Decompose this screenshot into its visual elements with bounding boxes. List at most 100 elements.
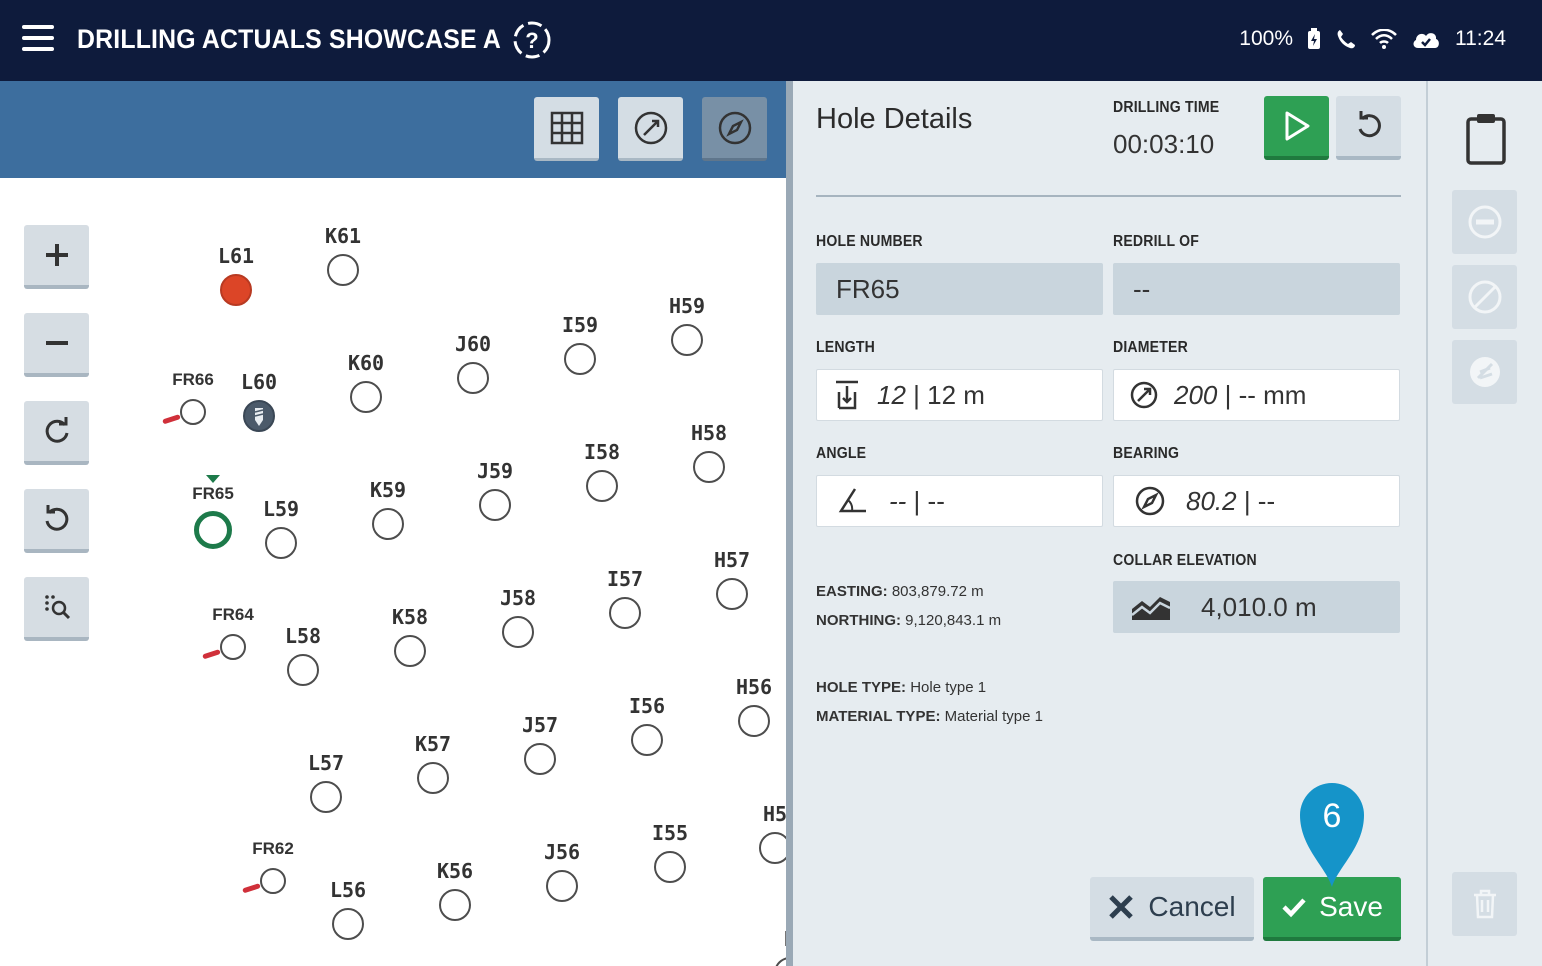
hole-label: H58 (690, 421, 728, 445)
hole-j59[interactable] (479, 489, 511, 521)
hole-h56[interactable] (738, 705, 770, 737)
hole-h55[interactable] (759, 832, 788, 864)
hole-i59[interactable] (564, 343, 596, 375)
hole-l57[interactable] (310, 781, 342, 813)
hole-k61[interactable] (327, 254, 359, 286)
hole-label: L60 (240, 370, 278, 394)
help-icon[interactable]: ? (512, 20, 552, 60)
hole-k56[interactable] (439, 889, 471, 921)
hole-j58[interactable] (502, 616, 534, 648)
rotate-counterclockwise-button[interactable] (24, 489, 89, 553)
cancel-button[interactable]: Cancel (1090, 877, 1254, 941)
hole-label: K57 (414, 732, 452, 756)
redrill-of-label: REDRILL OF (1113, 233, 1199, 250)
hole-i56[interactable] (631, 724, 663, 756)
system-status: 100% 11:24 (1239, 27, 1506, 51)
hole-l58[interactable] (287, 654, 319, 686)
block-button[interactable] (1452, 265, 1517, 329)
minus-circle-icon (1468, 205, 1501, 239)
hole-j57[interactable] (524, 743, 556, 775)
hole-label: J59 (476, 459, 514, 483)
hole-label: I57 (606, 567, 644, 591)
hole-number-field: FR65 (816, 263, 1103, 315)
panel-divider[interactable] (786, 81, 793, 966)
rotate-right-icon (45, 417, 68, 443)
abandon-button[interactable] (1452, 340, 1517, 404)
phone-icon (1335, 28, 1357, 50)
hole-type-value: Hole type 1 (910, 679, 987, 696)
northing-value: 9,120,843.1 m (905, 612, 1002, 629)
hole-k57[interactable] (417, 762, 449, 794)
hole-h57[interactable] (716, 578, 748, 610)
length-field[interactable]: 12 | 12 m (816, 369, 1103, 421)
table-view-button[interactable] (534, 97, 599, 161)
hole-label: FR66 (172, 370, 214, 389)
angle-field[interactable]: -- | -- (816, 475, 1103, 527)
hole-i57[interactable] (609, 597, 641, 629)
hole-l60[interactable] (243, 400, 275, 432)
start-timer-button[interactable] (1264, 96, 1329, 160)
cancel-label: Cancel (1148, 891, 1236, 922)
hole-label: FR64 (212, 605, 254, 624)
angle-planned: | -- (906, 485, 945, 516)
diameter-value: 200 (1174, 379, 1218, 410)
hole-label: I56 (628, 694, 666, 718)
hole-number-label: HOLE NUMBER (816, 233, 923, 250)
diameter-icon (634, 111, 667, 144)
easting-value: 803,879.72 m (891, 583, 984, 600)
hole-label: J58 (499, 586, 537, 610)
hole-label: K60 (347, 351, 385, 375)
hole-l56[interactable] (332, 908, 364, 940)
hole-label: J57 (521, 713, 559, 737)
zoom-in-button[interactable] (24, 225, 89, 289)
drill-pattern-map[interactable]: L61 K61 H59 I59 J60 K60 L60 FR66 H58 I58 J59 K59 L59… (0, 178, 788, 966)
diameter-planned: | -- mm (1217, 379, 1307, 410)
hole-j60[interactable] (457, 362, 489, 394)
diameter-view-button[interactable] (618, 97, 683, 161)
hole-l61[interactable] (220, 274, 252, 306)
bearing-field[interactable]: 80.2 | -- (1113, 475, 1400, 527)
hole-label: I55 (651, 821, 689, 845)
redrill-indicator (242, 883, 261, 894)
diameter-icon (1114, 380, 1174, 410)
hole-label: L56 (329, 878, 367, 902)
hole-h59[interactable] (671, 324, 703, 356)
drilling-time-value: 00:03:10 (1113, 129, 1215, 159)
rotate-clockwise-button[interactable] (24, 401, 89, 465)
easting-label: EASTING: (816, 583, 888, 600)
hole-label: K61 (324, 224, 362, 248)
drill-bit-icon (254, 408, 264, 426)
hole-h58[interactable] (693, 451, 725, 483)
hole-details-panel: Hole Details DRILLING TIME 00:03:10 HOLE… (793, 81, 1426, 966)
zoom-to-fit-button[interactable] (24, 577, 89, 641)
clipboard-icon[interactable] (1464, 111, 1508, 170)
hole-fr62[interactable] (260, 868, 286, 894)
hole-label: K59 (369, 478, 407, 502)
hole-label: L59 (262, 497, 300, 521)
minus-icon (45, 341, 68, 345)
diameter-field[interactable]: 200 | -- mm (1113, 369, 1400, 421)
hole-k58[interactable] (394, 635, 426, 667)
hole-label: H57 (713, 548, 751, 572)
hole-label: I59 (561, 313, 599, 337)
hole-j56[interactable] (546, 870, 578, 902)
hole-fr65[interactable] (194, 511, 232, 549)
hamburger-menu-icon[interactable] (22, 25, 54, 53)
bearing-view-button[interactable] (702, 97, 767, 161)
hole-label: H56 (735, 675, 773, 699)
hole-fr66[interactable] (180, 399, 206, 425)
hole-fr64[interactable] (220, 634, 246, 660)
zoom-out-button[interactable] (24, 313, 89, 377)
angle-icon (817, 487, 889, 515)
hole-i55[interactable] (654, 851, 686, 883)
hole-k60[interactable] (350, 381, 382, 413)
remove-button[interactable] (1452, 190, 1517, 254)
hole-l59[interactable] (265, 527, 297, 559)
length-value: 12 (877, 379, 906, 410)
hole-k59[interactable] (372, 508, 404, 540)
delete-button[interactable] (1452, 872, 1517, 936)
reset-timer-button[interactable] (1336, 96, 1401, 160)
step-number: 6 (1322, 797, 1342, 835)
hole-i58[interactable] (586, 470, 618, 502)
angle-value: -- (889, 485, 907, 516)
